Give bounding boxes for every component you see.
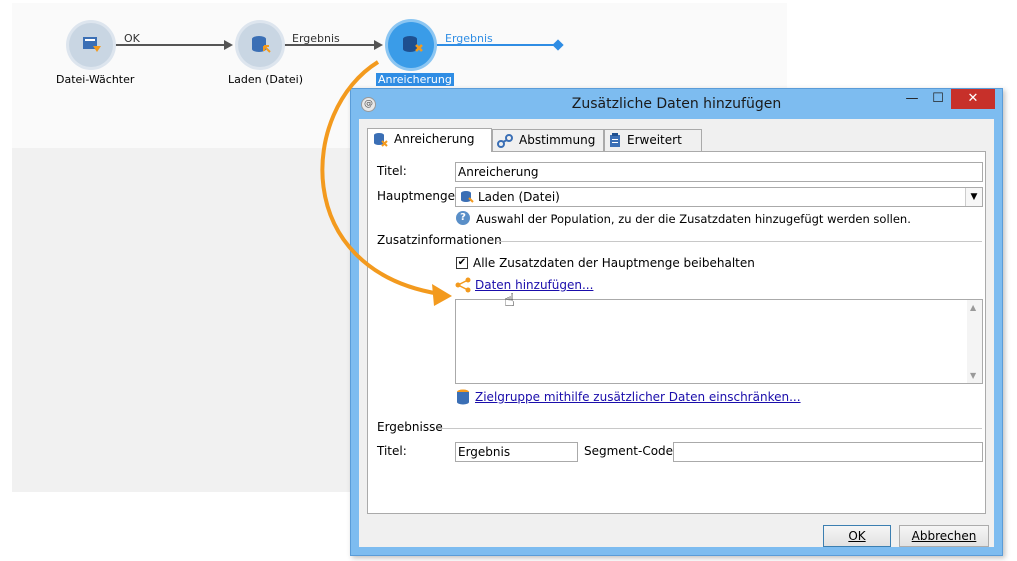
file-watcher-icon xyxy=(83,37,101,52)
hand-cursor-icon: ☝ xyxy=(504,290,515,311)
ok-button[interactable]: OK xyxy=(823,525,891,547)
help-icon[interactable]: ? xyxy=(456,211,470,225)
edge-ok-arrow xyxy=(224,40,233,50)
title-label: Titel: xyxy=(377,164,407,178)
tab-reconciliation[interactable]: Abstimmung xyxy=(492,129,604,151)
tab-enrichment[interactable]: Anreicherung xyxy=(367,128,492,152)
link-icon xyxy=(497,133,513,148)
node-load-file[interactable] xyxy=(238,23,282,67)
close-button[interactable]: ✕ xyxy=(951,89,995,109)
main-set-value: Laden (Datei) xyxy=(478,190,560,204)
node-file-watcher[interactable] xyxy=(69,23,113,67)
node-label-load-file: Laden (Datei) xyxy=(228,73,304,86)
tab-label-enrichment: Anreicherung xyxy=(394,132,475,146)
load-file-icon xyxy=(252,36,271,53)
share-icon xyxy=(455,277,471,293)
add-data-link[interactable]: Daten hinzufügen... xyxy=(475,278,593,292)
main-set-help-text: Auswahl der Population, zu der die Zusat… xyxy=(476,212,911,226)
scroll-up-icon[interactable]: ▲ xyxy=(970,303,976,312)
add-data-dialog: @ Zusätzliche Daten hinzufügen — ☐ ✕ Anr… xyxy=(350,88,1003,556)
chevron-down-icon[interactable]: ▼ xyxy=(965,188,982,206)
result-title-field[interactable]: Ergebnis xyxy=(455,442,578,462)
restrict-target-link[interactable]: Zielgruppe mithilfe zusätzlicher Daten e… xyxy=(475,390,801,404)
main-set-select[interactable]: Laden (Datei) ▼ xyxy=(455,187,983,207)
enrichment-icon xyxy=(374,132,388,147)
dialog-client: Anreicherung Abstimmung Erweitert Titel:… xyxy=(359,119,994,547)
node-enrichment[interactable] xyxy=(388,22,434,68)
keep-all-checkbox[interactable]: ✔ xyxy=(456,257,468,269)
enrichment-icon xyxy=(403,36,423,52)
edge-label-ok: OK xyxy=(124,32,140,45)
tab-label-advanced: Erweitert xyxy=(627,133,682,147)
tab-advanced[interactable]: Erweitert xyxy=(604,129,702,151)
edge-label-result: Ergebnis xyxy=(292,32,340,45)
edge-result-arrow xyxy=(374,40,383,50)
segment-code-label: Segment-Code: xyxy=(584,444,678,458)
results-divider xyxy=(438,428,982,429)
list-scrollbar[interactable]: ▲ ▼ xyxy=(967,300,982,383)
database-icon xyxy=(457,389,469,405)
tab-label-reconciliation: Abstimmung xyxy=(519,133,596,147)
keep-all-label: Alle Zusatzdaten der Hauptmenge beibehal… xyxy=(473,256,755,270)
additional-info-divider xyxy=(496,241,982,242)
result-title-label: Titel: xyxy=(377,444,407,458)
title-field[interactable]: Anreicherung xyxy=(455,162,983,182)
ok-button-label: OK xyxy=(848,529,866,543)
scroll-down-icon[interactable]: ▼ xyxy=(970,371,976,380)
load-file-icon xyxy=(461,191,474,203)
additional-info-heading: Zusatzinformationen xyxy=(377,233,502,247)
cancel-button-label: Abbrechen xyxy=(911,529,977,543)
node-label-file-watcher: Datei-Wächter xyxy=(56,73,135,86)
clipboard-icon xyxy=(610,133,620,147)
dialog-titlebar[interactable]: @ Zusätzliche Daten hinzufügen — ☐ ✕ xyxy=(351,89,1002,119)
maximize-button[interactable]: ☐ xyxy=(925,89,951,109)
tab-panel-enrichment: Titel: Anreicherung Hauptmenge: Laden (D… xyxy=(367,151,986,514)
added-data-list[interactable]: ▲ ▼ xyxy=(455,299,983,384)
edge-label-output: Ergebnis xyxy=(445,32,493,45)
segment-code-field[interactable] xyxy=(673,442,983,462)
cancel-button[interactable]: Abbrechen xyxy=(899,525,989,547)
minimize-button[interactable]: — xyxy=(899,89,925,109)
main-set-label: Hauptmenge: xyxy=(377,189,460,203)
node-label-enrichment: Anreicherung xyxy=(376,73,454,86)
results-heading: Ergebnisse xyxy=(377,420,443,434)
